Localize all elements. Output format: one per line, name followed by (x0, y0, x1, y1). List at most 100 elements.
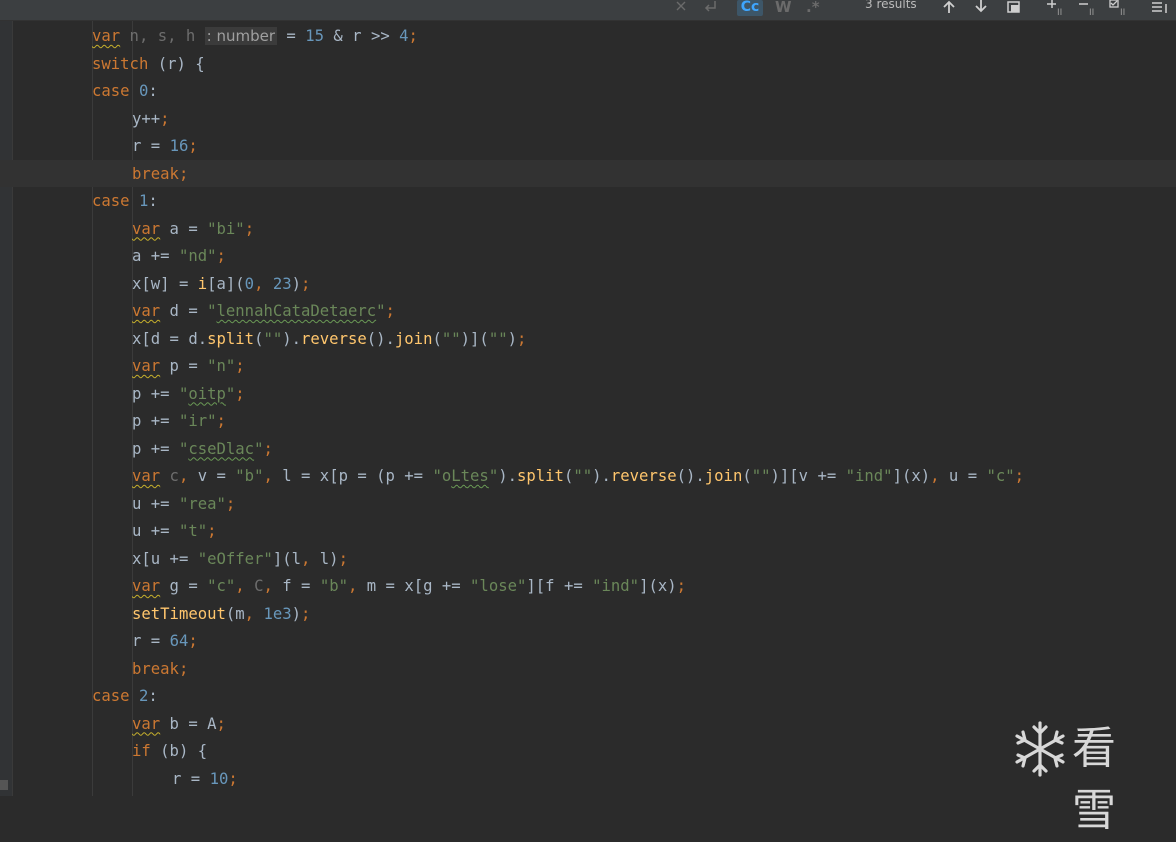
semicolon: ; (235, 357, 245, 375)
code-token: C (244, 577, 264, 595)
code-token: u += (132, 522, 179, 540)
string: "b" (319, 577, 348, 595)
code-line: var p = "n"; (132, 353, 245, 380)
code-line: r = 64; (132, 628, 198, 655)
code-line: break; (132, 656, 188, 683)
semicolon: ; (225, 494, 236, 513)
string: lennahCataDetaerc (216, 302, 377, 320)
code-line: var b = A; (132, 711, 226, 738)
code-token: ). (592, 467, 611, 485)
number: 15 (305, 27, 324, 45)
code-token: g = (160, 577, 208, 595)
code-token: c (160, 467, 179, 485)
string: "rea" (178, 494, 226, 513)
string: " (178, 439, 189, 458)
code-token: ). (282, 329, 302, 348)
code-token: ). (498, 467, 517, 485)
function-name: i (197, 274, 208, 293)
string: "eOffer" (197, 549, 273, 568)
match-case-button[interactable]: Cc (737, 0, 763, 16)
comma: , (254, 274, 273, 293)
string: " (225, 384, 236, 403)
number: 1 (138, 192, 149, 210)
code-token: l = x[p = (p += (272, 467, 433, 485)
code-token: p += (132, 439, 179, 458)
code-token: (). (676, 467, 705, 485)
semicolon: ; (235, 384, 245, 403)
code-line: var g = "c", C, f = "b", m = x[g += "los… (132, 573, 686, 600)
arrow-up-icon[interactable] (941, 0, 957, 20)
semicolon: ; (188, 632, 198, 650)
code-token: ( (432, 329, 442, 348)
code-token: ) (507, 329, 517, 348)
string: "bi" (207, 219, 245, 238)
string: "nd" (178, 247, 217, 265)
semicolon: ; (160, 109, 170, 128)
code-line: x[u += "eOffer"](l, l); (132, 546, 348, 573)
semicolon: ; (338, 549, 348, 568)
close-icon[interactable] (674, 0, 688, 20)
code-token: f = (272, 577, 320, 595)
code-line: setTimeout(m, 1e3); (132, 601, 310, 628)
semicolon: ; (207, 522, 217, 540)
filter-icon[interactable]: II (1078, 0, 1100, 20)
editor-gutter (0, 21, 13, 796)
code-token: d = (160, 302, 208, 320)
string: "t" (178, 522, 208, 540)
semicolon: ; (216, 412, 226, 430)
scrollbar-marker[interactable] (0, 780, 8, 790)
function-name: reverse (301, 329, 367, 348)
code-line: if (b) { (132, 738, 207, 765)
filter-icon[interactable]: II (1046, 0, 1068, 20)
keyword: case (92, 192, 130, 210)
code-token: : (148, 82, 158, 100)
code-token: r = (172, 769, 210, 788)
number: 0 (244, 274, 255, 293)
code-line: var a = "bi"; (132, 216, 254, 243)
code-line: p += "ir"; (132, 408, 226, 435)
code-token: ](x) (892, 467, 931, 485)
results-count: 3 results (865, 0, 917, 11)
number: 4 (399, 27, 409, 45)
string: "n" (207, 357, 236, 375)
newline-icon[interactable] (702, 0, 718, 20)
code-token: r = (132, 632, 170, 650)
keyword: var (132, 219, 161, 238)
words-button[interactable]: W (775, 0, 792, 20)
number: 0 (138, 82, 149, 100)
keyword: break (132, 659, 179, 678)
arrow-down-icon[interactable] (973, 0, 989, 20)
keyword: break (132, 164, 179, 183)
code-line: var d = "lennahCataDetaerc"; (132, 298, 395, 325)
code-line: case 1: (92, 188, 158, 215)
string: Ltes (451, 467, 489, 485)
function-name: split (516, 467, 564, 485)
string: " (207, 302, 217, 320)
keyword: if (132, 742, 151, 760)
function-name: join (704, 467, 743, 485)
keyword: case (92, 687, 130, 705)
string: "" (751, 467, 771, 485)
code-token: ) (291, 604, 302, 623)
watermark: 看雪 (1012, 718, 1162, 836)
code-token: b = A (160, 714, 217, 733)
svg-text:II: II (1120, 8, 1125, 16)
filter-icon[interactable]: II (1109, 0, 1131, 20)
search-toolbar: Cc W .* 3 results II II II (0, 0, 1176, 21)
type-hint: : number (204, 27, 278, 45)
keyword: var (132, 577, 161, 595)
code-token: (). (366, 329, 395, 348)
settings-icon[interactable] (1150, 0, 1172, 20)
string: "" (441, 329, 461, 348)
comma: , (235, 577, 245, 595)
semicolon: ; (178, 164, 189, 183)
semicolon: ; (301, 274, 311, 293)
number: 10 (209, 769, 229, 788)
code-token: )][v += (770, 467, 846, 485)
code-line: var n, s, h : number = 15 & r >> 4; (92, 23, 418, 50)
select-all-icon[interactable] (1006, 0, 1022, 20)
regex-button[interactable]: .* (806, 0, 820, 20)
code-token: ](x) (639, 577, 677, 595)
